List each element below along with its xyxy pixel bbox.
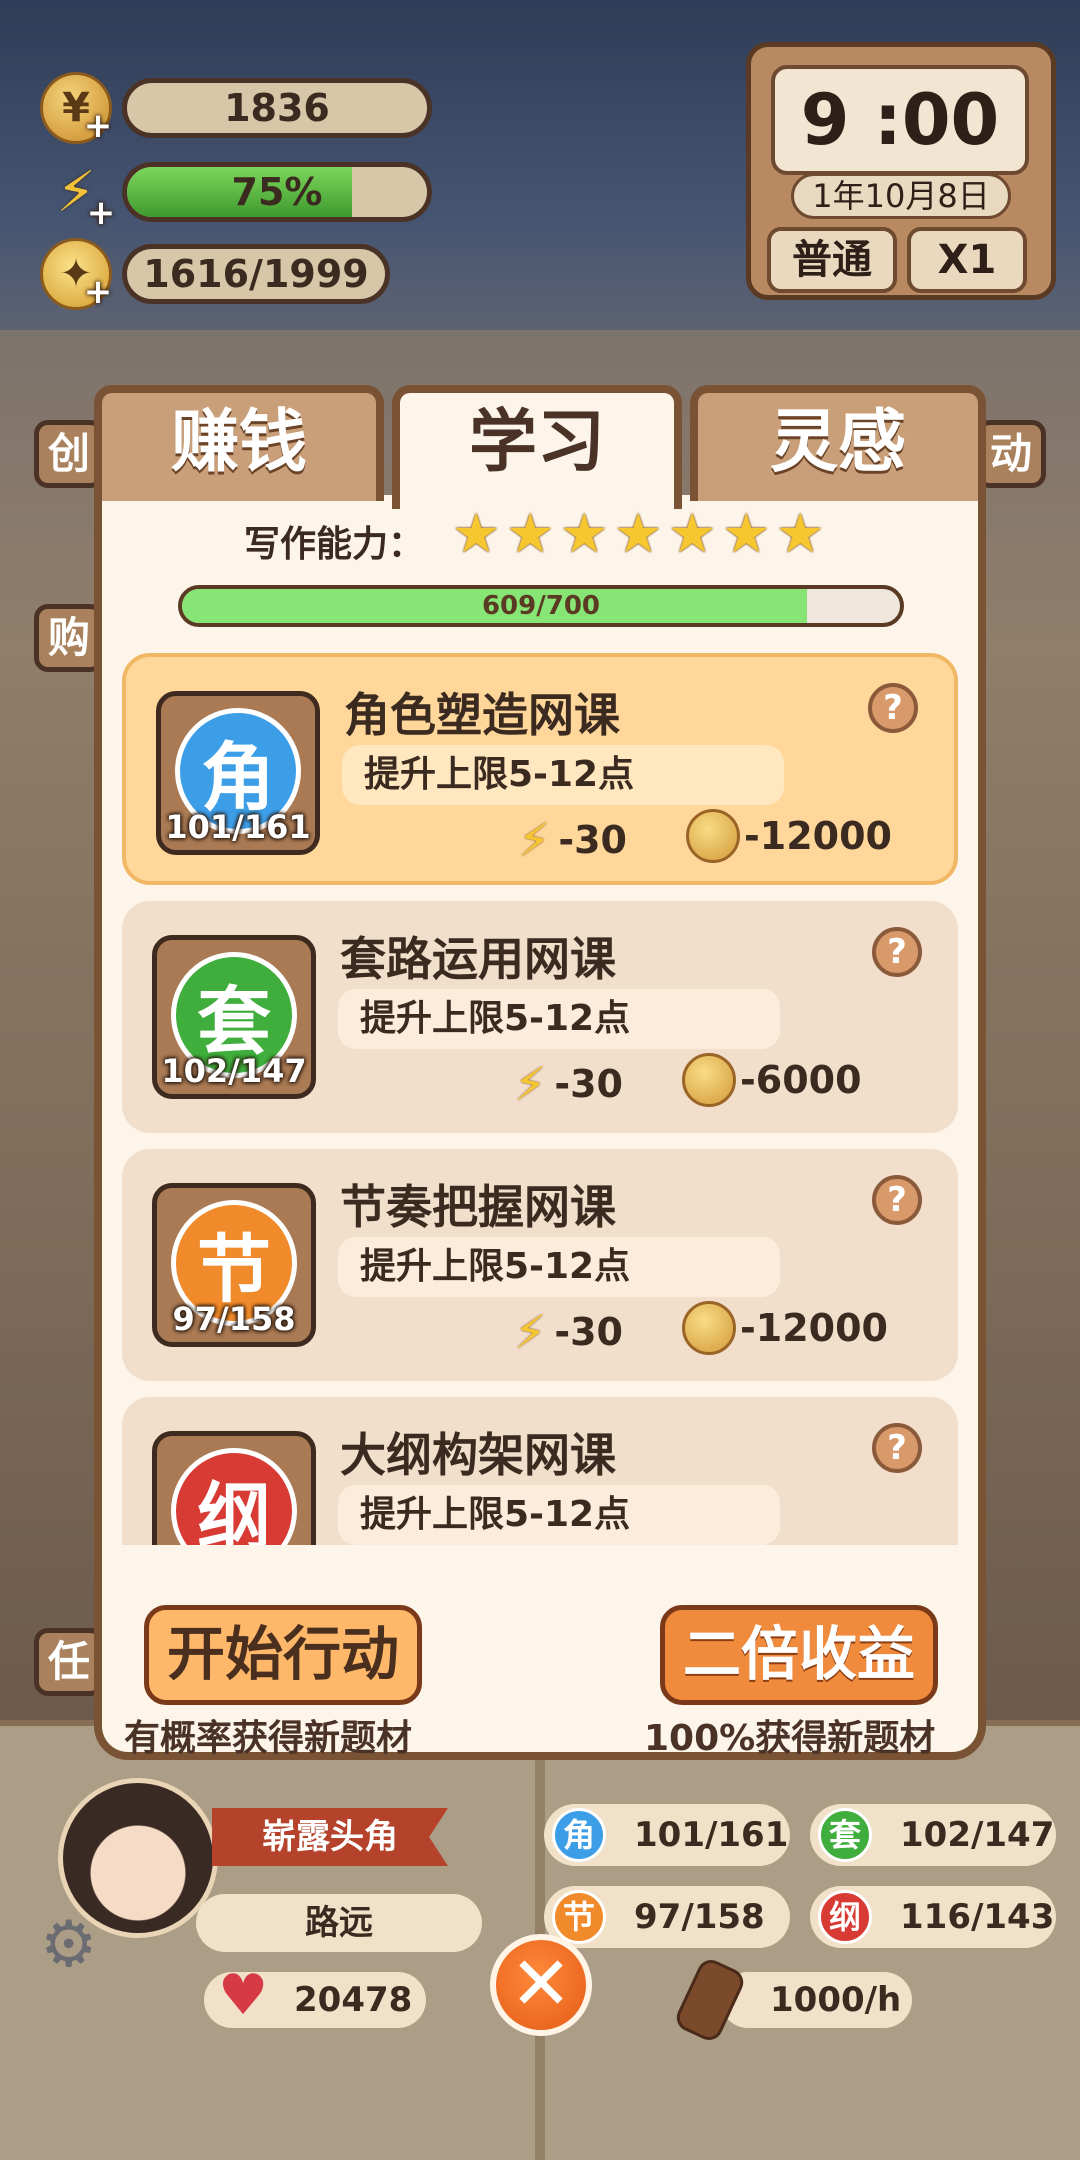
energy-cost: ⚡ -30	[514, 1305, 623, 1359]
course-desc: 提升上限5-12点	[342, 745, 784, 805]
study-modal: 赚钱 学习 灵感 写作能力： ★ ★ ★ ★ ★ ★ ★ 609/700 角 101/161…	[94, 385, 986, 1760]
clock-date: 1年10月8日	[791, 173, 1011, 219]
tab-inspiration[interactable]: 灵感	[690, 385, 986, 501]
star-icon: ★	[452, 502, 501, 565]
course-count: 102/147	[161, 1052, 307, 1090]
course-tile: 角 101/161	[156, 691, 320, 855]
stat-badge: 纲	[818, 1890, 872, 1944]
clock-panel: 9 :00 1年10月8日 普通 X1	[746, 42, 1056, 300]
coin-cost: -12000	[686, 809, 892, 863]
help-icon[interactable]: ?	[872, 1423, 922, 1473]
help-icon[interactable]: ?	[872, 1175, 922, 1225]
stat-badge: 角	[552, 1808, 606, 1862]
course-title: 套路运用网课	[340, 932, 616, 986]
energy-bar: 75%	[122, 162, 432, 222]
course-tile: 节 97/158	[152, 1183, 316, 1347]
double-reward-button[interactable]: 二倍收益	[660, 1605, 938, 1705]
course-tile: 套 102/147	[152, 935, 316, 1099]
course-tile: 纲	[152, 1431, 316, 1545]
close-button[interactable]: ✕	[490, 1934, 592, 2036]
course-count: 101/161	[165, 808, 311, 846]
energy-resource: ⚡ + 75%	[40, 156, 432, 231]
course-item-character[interactable]: 角 101/161 角色塑造网课 提升上限5-12点 ? ⚡ -30 -12000	[122, 653, 958, 885]
course-desc: 提升上限5-12点	[338, 989, 780, 1049]
clock-time: 9 :00	[771, 65, 1029, 175]
course-title: 角色塑造网课	[344, 688, 620, 742]
course-desc: 提升上限5-12点	[338, 1237, 780, 1297]
stat-outline: 纲 116/143	[810, 1886, 1056, 1948]
coin-icon	[682, 1301, 736, 1355]
lightning-icon: ⚡	[514, 1057, 547, 1111]
tab-earn-money[interactable]: 赚钱	[94, 385, 384, 501]
course-item-outline[interactable]: 纲 大纲构架网课 提升上限5-12点 ?	[122, 1397, 958, 1545]
coin-cost: -12000	[682, 1301, 888, 1355]
energy-cost: ⚡ -30	[514, 1057, 623, 1111]
start-action-note: 有概率获得新题材	[124, 1718, 413, 1759]
help-icon[interactable]: ?	[868, 683, 918, 733]
coin-counter: 1836	[122, 78, 432, 138]
heart-icon: ♥	[218, 1963, 269, 2028]
mode-button[interactable]: 普通	[767, 227, 897, 293]
course-title: 节奏把握网课	[340, 1180, 616, 1234]
course-title: 大纲构架网课	[340, 1428, 616, 1482]
coin-add-button[interactable]: ¥ +	[40, 72, 112, 144]
course-list[interactable]: 角 101/161 角色塑造网课 提升上限5-12点 ? ⚡ -30 -12000…	[122, 653, 958, 1545]
skill-progress-bar: 609/700	[178, 585, 904, 627]
stat-trope: 套 102/147	[810, 1804, 1056, 1866]
plus-icon: +	[83, 106, 113, 146]
course-item-pacing[interactable]: 节 97/158 节奏把握网课 提升上限5-12点 ? ⚡ -30 -12000	[122, 1149, 958, 1381]
star-icon: ★	[776, 502, 825, 565]
lightning-icon: ⚡	[518, 813, 551, 867]
idea-resource: ✦ + 1616/1999	[40, 238, 390, 310]
stat-badge: 套	[818, 1808, 872, 1862]
stat-pacing: 节 97/158	[544, 1886, 790, 1948]
energy-cost: ⚡ -30	[518, 813, 627, 867]
idea-add-button[interactable]: ✦ +	[40, 238, 112, 310]
star-icon: ★	[722, 502, 771, 565]
course-badge: 纲	[171, 1448, 297, 1545]
coin-resource: ¥ + 1836	[40, 72, 432, 144]
rank-banner: 崭露头角	[212, 1808, 448, 1866]
plus-icon: +	[83, 272, 113, 312]
coin-icon	[682, 1053, 736, 1107]
tab-study[interactable]: 学习	[392, 385, 682, 509]
star-icon: ★	[614, 502, 663, 565]
start-action-button[interactable]: 开始行动	[144, 1605, 422, 1705]
double-reward-note: 100%获得新题材	[644, 1718, 936, 1759]
energy-add-button[interactable]: ⚡ +	[40, 156, 115, 231]
stat-character: 角 101/161	[544, 1804, 790, 1866]
gear-icon[interactable]: ⚙	[40, 1908, 97, 1982]
lightning-icon: ⚡	[514, 1305, 547, 1359]
idea-counter: 1616/1999	[122, 244, 390, 304]
stat-badge: 节	[552, 1890, 606, 1944]
course-count: 97/158	[172, 1300, 296, 1338]
star-icon: ★	[668, 502, 717, 565]
star-icon: ★	[506, 502, 555, 565]
skill-stars: ★ ★ ★ ★ ★ ★ ★	[452, 507, 830, 561]
course-item-trope[interactable]: 套 102/147 套路运用网课 提升上限5-12点 ? ⚡ -30 -6000	[122, 901, 958, 1133]
heart-counter: ♥ 20478	[204, 1968, 426, 2028]
course-desc: 提升上限5-12点	[338, 1485, 780, 1545]
coin-icon	[686, 809, 740, 863]
coin-cost: -6000	[682, 1053, 862, 1107]
writing-skill-label: 写作能力：	[244, 524, 425, 565]
plus-icon: +	[86, 193, 116, 233]
side-button-event[interactable]: 动	[976, 420, 1046, 488]
speed-button[interactable]: X1	[907, 227, 1027, 293]
help-icon[interactable]: ?	[872, 927, 922, 977]
author-name: 路远	[196, 1894, 482, 1952]
production-rate: 1000/h	[672, 1955, 912, 2045]
star-icon: ★	[560, 502, 609, 565]
